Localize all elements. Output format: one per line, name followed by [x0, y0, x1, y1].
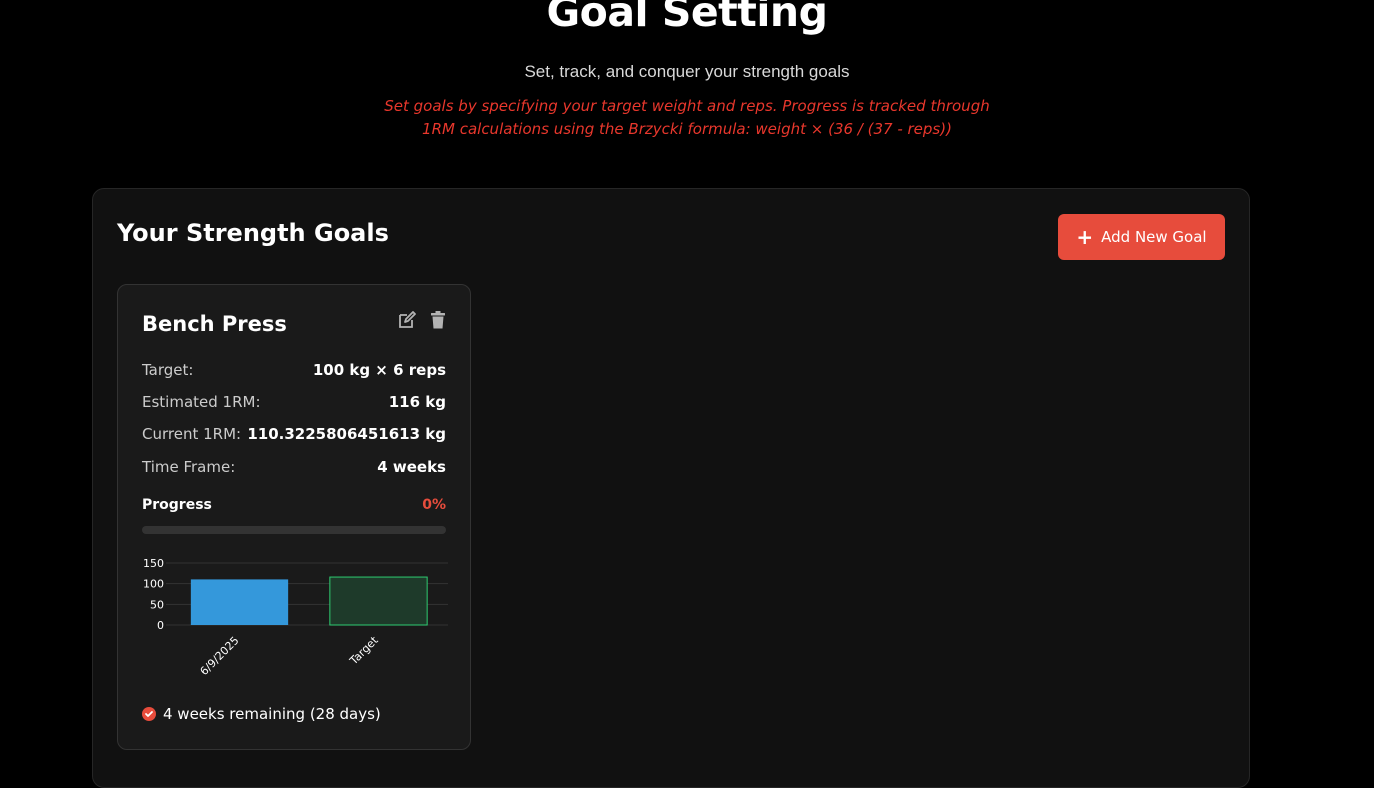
stat-label: Target: [142, 361, 194, 379]
stat-row-time-frame: Time Frame: 4 weeks [142, 458, 446, 476]
stat-label: Current 1RM: [142, 425, 242, 443]
chart-bar [329, 576, 428, 626]
chart-x-tick-label: Target [347, 633, 381, 667]
chart-y-tick-label: 100 [143, 578, 164, 591]
progress-value: 0% [422, 497, 446, 513]
stat-value: 116 kg [388, 393, 446, 411]
stat-label: Estimated 1RM: [142, 393, 261, 411]
goal-name: Bench Press [142, 312, 287, 336]
goals-panel: Your Strength Goals + Add New Goal Bench… [92, 188, 1250, 788]
add-new-goal-label: Add New Goal [1101, 228, 1207, 246]
stat-value: 100 kg × 6 reps [312, 361, 446, 379]
formula-note-line-1: Set goals by specifying your target weig… [384, 97, 990, 115]
chart-x-tick-label: 6/9/2025 [197, 634, 241, 678]
stat-value: 110.3225806451613 kg [247, 425, 446, 443]
stat-value: 4 weeks [377, 458, 446, 476]
time-remaining-text: 4 weeks remaining (28 days) [163, 705, 381, 723]
chart-y-tick-label: 50 [150, 598, 164, 611]
goal-card: Bench Press Target: 100 kg × 6 reps Esti… [117, 284, 471, 750]
stat-label: Time Frame: [142, 458, 236, 476]
stat-row-target: Target: 100 kg × 6 reps [142, 361, 446, 379]
goal-progress-chart: 0 50 100 150 6/9/2025 Target [143, 557, 448, 678]
page-subtitle: Set, track, and conquer your strength go… [524, 62, 850, 81]
time-remaining: 4 weeks remaining (28 days) [142, 705, 381, 723]
formula-note: Set goals by specifying your target weig… [0, 95, 1374, 141]
progress-bar [142, 526, 446, 534]
chart-y-tick-label: 150 [143, 557, 164, 570]
add-new-goal-button[interactable]: + Add New Goal [1058, 214, 1225, 260]
page-title: Goal Setting [546, 0, 828, 36]
trash-icon[interactable] [430, 311, 446, 329]
progress-label: Progress [142, 497, 212, 513]
progress-header: Progress 0% [142, 497, 446, 513]
goals-panel-title: Your Strength Goals [117, 219, 389, 247]
stat-row-current-1rm: Current 1RM: 110.3225806451613 kg [142, 425, 446, 443]
chart-y-tick-label: 0 [157, 619, 164, 632]
check-circle-icon [142, 707, 156, 721]
chart-bar [190, 579, 289, 625]
edit-icon[interactable] [398, 311, 416, 329]
plus-icon: + [1076, 225, 1094, 249]
formula-note-line-2: 1RM calculations using the Brzycki formu… [422, 120, 952, 138]
stat-row-estimated-1rm: Estimated 1RM: 116 kg [142, 393, 446, 411]
